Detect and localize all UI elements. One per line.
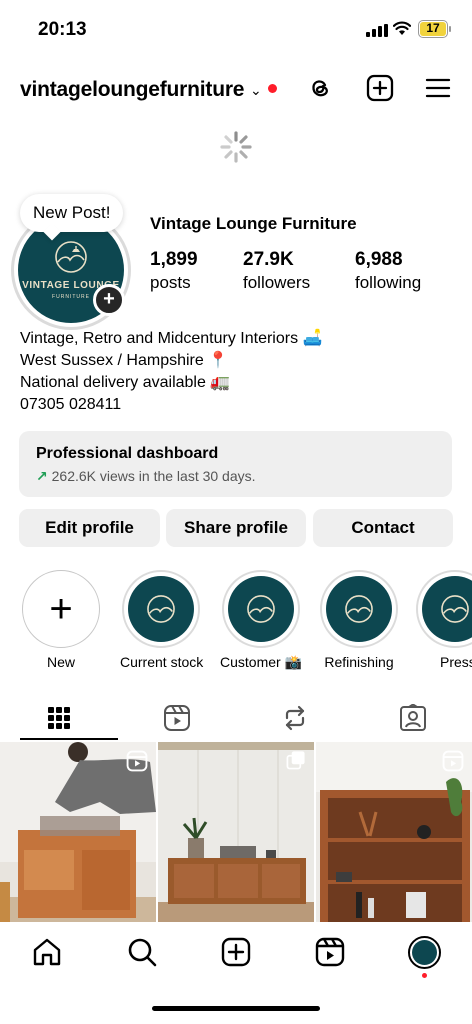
highlight-label: Current stock (120, 654, 204, 670)
stat-value: 1,899 (150, 249, 198, 270)
post-thumbnail[interactable] (158, 742, 314, 922)
bio-line: West Sussex / Hampshire 📍 (20, 352, 229, 369)
share-profile-button[interactable]: Share profile (166, 509, 306, 547)
chevron-down-icon[interactable]: ⌄ (250, 82, 262, 99)
bio-line: National delivery available 🚛 (20, 374, 231, 391)
highlight-new[interactable]: + New (20, 570, 102, 670)
highlight-label: Press (440, 654, 472, 670)
highlight-label: New (46, 654, 75, 670)
status-bar: 20:13 17 (0, 0, 472, 60)
tab-grid[interactable] (0, 695, 118, 741)
brand-logo-icon (345, 595, 373, 623)
battery-level: 17 (420, 22, 446, 36)
reels-nav-icon[interactable] (314, 936, 346, 968)
bio-phone[interactable]: 07305 028411 (20, 394, 322, 416)
profile-nav-avatar[interactable] (408, 936, 441, 969)
stat-value: 6,988 (355, 249, 403, 270)
dashboard-title: Professional dashboard (36, 445, 219, 462)
highlight-cover (320, 570, 398, 648)
tab-reposts[interactable] (236, 695, 354, 741)
stat-following[interactable]: 6,988 following (355, 249, 421, 293)
stat-label: followers (243, 273, 311, 292)
notification-dot (422, 973, 427, 978)
highlight-cover (222, 570, 300, 648)
brand-logo-icon (247, 595, 275, 623)
post-grid (0, 742, 472, 922)
active-tab-indicator (20, 738, 118, 740)
reel-badge-icon (442, 750, 464, 772)
post-thumbnail[interactable] (0, 742, 156, 922)
dashboard-subtitle: ↗ 262.6K views in the last 30 days. (36, 468, 435, 485)
profile-name: Vintage Lounge Furniture (150, 214, 357, 233)
signal-icon (366, 24, 388, 37)
tab-tagged[interactable] (354, 695, 472, 741)
highlight-label: Refinishing (324, 654, 394, 670)
highlight-customer[interactable]: Customer 📸 (220, 570, 302, 671)
profile-bio: Vintage, Retro and Midcentury Interiors … (20, 328, 322, 416)
tagged-icon (400, 704, 426, 731)
highlight-refinishing[interactable]: Refinishing (318, 570, 400, 670)
threads-icon[interactable] (306, 74, 334, 102)
profile-header: vintageloungefurniture ⌄ (0, 70, 472, 106)
highlight-cover (122, 570, 200, 648)
brand-logo-icon (147, 595, 175, 623)
reels-icon (164, 705, 190, 731)
avatar-sub-text: FURNITURE (52, 294, 90, 300)
wifi-icon (393, 21, 411, 35)
carousel-badge-icon (286, 751, 305, 770)
new-post-icon[interactable] (366, 74, 394, 102)
notification-dot (268, 84, 277, 93)
highlight-current-stock[interactable]: Current stock (120, 570, 204, 670)
new-post-bubble[interactable]: New Post! (20, 194, 124, 232)
bio-line: Vintage, Retro and Midcentury Interiors … (20, 330, 323, 347)
loading-spinner-icon (220, 131, 252, 163)
post-thumbnail[interactable] (316, 742, 472, 922)
stat-label: following (355, 273, 422, 292)
avatar (412, 940, 437, 965)
brand-logo-icon (55, 241, 87, 273)
status-time: 20:13 (38, 19, 87, 40)
menu-icon[interactable] (424, 74, 452, 102)
reposts-icon (285, 705, 305, 731)
stat-label: posts (150, 273, 191, 292)
search-icon[interactable] (126, 936, 158, 968)
trend-up-icon: ↗ (36, 468, 48, 484)
username-switcher[interactable]: vintageloungefurniture (20, 78, 244, 102)
home-indicator (152, 1006, 320, 1011)
brand-logo-icon (441, 595, 469, 623)
stat-followers[interactable]: 27.9K followers (243, 249, 310, 293)
tab-reels[interactable] (118, 695, 236, 741)
battery-icon: 17 (418, 20, 451, 38)
create-icon[interactable] (220, 936, 252, 968)
stat-posts[interactable]: 1,899 posts (150, 249, 198, 293)
reel-badge-icon (126, 750, 148, 772)
professional-dashboard[interactable]: Professional dashboard ↗ 262.6K views in… (19, 431, 452, 497)
highlight-label: Customer 📸 (220, 654, 303, 670)
grid-icon (48, 707, 70, 729)
dashboard-views: 262.6K views in the last 30 days. (51, 468, 256, 484)
contact-button[interactable]: Contact (313, 509, 453, 547)
stat-value: 27.9K (243, 249, 294, 270)
home-icon[interactable] (31, 936, 63, 968)
profile-tabs (0, 695, 472, 741)
highlight-cover (416, 570, 472, 648)
edit-profile-button[interactable]: Edit profile (19, 509, 160, 547)
add-story-button[interactable]: + (93, 284, 125, 316)
plus-icon: + (22, 570, 100, 648)
highlight-press[interactable]: Press (416, 570, 472, 670)
